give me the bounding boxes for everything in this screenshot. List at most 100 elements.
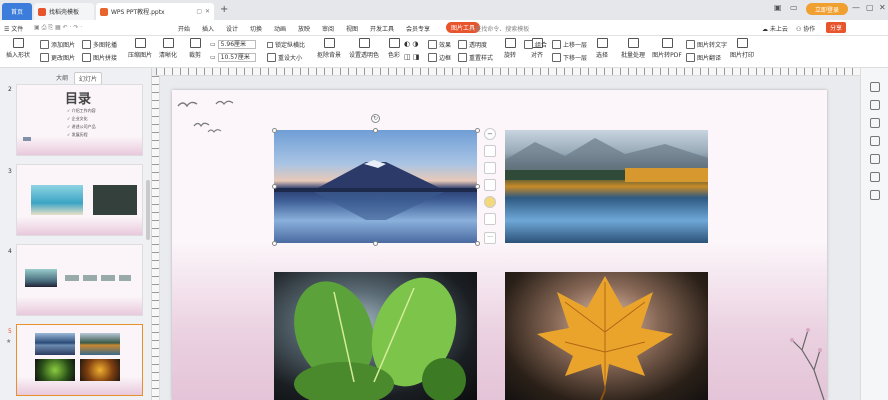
slide-thumbnail-5[interactable] <box>16 324 143 396</box>
group-button[interactable]: 组合 <box>524 40 547 49</box>
image-replace-icon[interactable] <box>484 213 496 225</box>
zoom-icon[interactable] <box>484 162 496 174</box>
resize-handle[interactable] <box>272 128 277 133</box>
menu-review[interactable]: 审阅 <box>322 24 334 33</box>
new-tab-button[interactable]: + <box>220 4 228 15</box>
skin-icon[interactable]: ▭ <box>790 3 798 12</box>
image-to-text-button[interactable]: 图片转文字 <box>686 40 727 49</box>
lock-ratio-checkbox[interactable]: 锁定纵横比 <box>267 40 305 49</box>
menu-transition[interactable]: 切换 <box>250 24 262 33</box>
reset-style-button[interactable]: 重置样式 <box>458 53 493 62</box>
remove-bg-button[interactable]: 抠除背景 <box>314 38 344 59</box>
tools-icon[interactable] <box>870 136 880 146</box>
width-input[interactable]: 10.57厘米 <box>217 53 256 62</box>
quick-access-icons[interactable]: ▣ ⎙ ⎘ ▦ ↶ · ↷ · <box>34 24 82 32</box>
cloud-status[interactable]: ☁ 未上云 <box>762 24 788 33</box>
menu-slideshow[interactable]: 放映 <box>298 24 310 33</box>
slide-thumbnail-4[interactable] <box>16 244 143 316</box>
insert-shape-button[interactable]: 插入形状 <box>4 38 32 59</box>
menu-insert[interactable]: 插入 <box>202 24 214 33</box>
idea-icon[interactable] <box>484 196 496 208</box>
resize-handle[interactable] <box>475 184 480 189</box>
image-translate-button[interactable]: 图片翻译 <box>686 53 721 62</box>
transparent-color-button[interactable]: 设置透明色 <box>348 38 380 59</box>
resize-handle[interactable] <box>475 241 480 246</box>
group-icon <box>524 40 533 49</box>
batch-button[interactable]: 批量处理 <box>618 38 648 59</box>
color-button[interactable]: 色彩 <box>384 38 404 59</box>
image-to-pdf-button[interactable]: 图片转PDF <box>650 38 684 59</box>
location-icon[interactable] <box>870 190 880 200</box>
menu-file[interactable]: ☰ 文件 <box>4 24 23 33</box>
close-window-icon[interactable]: ✕ <box>879 3 886 12</box>
tab-home[interactable]: 首页 <box>2 3 32 20</box>
rotate-handle-icon[interactable]: ↻ <box>371 114 380 123</box>
image-icon[interactable] <box>870 154 880 164</box>
tab-outline[interactable]: 大纲 <box>52 72 72 83</box>
border-icon <box>428 53 437 62</box>
crop-tool-icon[interactable] <box>484 179 496 191</box>
collapse-icon[interactable]: − <box>484 128 496 140</box>
add-image-label: 添加图片 <box>51 42 76 49</box>
backup-icon[interactable] <box>870 172 880 182</box>
resize-handle[interactable] <box>272 241 277 246</box>
slide-thumbnail-3[interactable] <box>16 164 143 236</box>
opacity-button[interactable]: 透明度 <box>458 40 487 49</box>
crop-button[interactable]: 裁剪 <box>185 38 205 59</box>
sharpen-button[interactable]: 清晰化 <box>157 38 179 59</box>
login-button[interactable]: 立即登录 <box>806 3 848 15</box>
menu-view[interactable]: 视图 <box>346 24 358 33</box>
multi-image-button[interactable]: 多图轮播 <box>82 40 117 49</box>
width-field[interactable]: ▭ 10.57厘米 <box>210 53 256 62</box>
opacity-label: 透明度 <box>469 42 488 49</box>
collaborate-button[interactable]: ⚇ 协作 <box>796 24 815 33</box>
resize-handle[interactable] <box>373 128 378 133</box>
effects-button[interactable]: 效果 <box>428 40 451 49</box>
menu-animation[interactable]: 动画 <box>274 24 286 33</box>
select-button[interactable]: 选择 <box>592 38 612 59</box>
send-down-button[interactable]: 下移一层 <box>552 53 587 62</box>
slide[interactable]: ↻ <box>172 90 827 400</box>
maximize-icon[interactable]: ▢ <box>866 3 874 12</box>
more-icon[interactable]: ··· <box>484 232 496 244</box>
menu-design[interactable]: 设计 <box>226 24 238 33</box>
layers-icon[interactable] <box>484 145 496 157</box>
close-icon[interactable]: ✕ <box>205 8 210 15</box>
menu-home[interactable]: 开始 <box>178 24 190 33</box>
design-icon[interactable] <box>870 82 880 92</box>
image-print-label: 图片打印 <box>729 52 754 59</box>
search-box[interactable]: ⌕ 查找命令、搜索模板 <box>470 24 529 34</box>
height-field[interactable]: ▭ 5.96厘米 <box>210 40 256 49</box>
tab-template[interactable]: 找稻壳模板 <box>34 3 94 20</box>
image-concat-button[interactable]: 图片拼接 <box>82 53 117 62</box>
compress-button[interactable]: 压缩图片 <box>126 38 154 59</box>
adjust-icons[interactable]: ◐ ◑ <box>404 40 418 48</box>
shape-icon <box>12 38 24 48</box>
resize-handle[interactable] <box>475 128 480 133</box>
menu-member[interactable]: 会员专享 <box>406 24 430 33</box>
animation-icon[interactable] <box>870 100 880 110</box>
tab-document[interactable]: WPS PPT教程.pptx ▢ ✕ <box>96 3 214 20</box>
adjust-icons-2[interactable]: ◫ ◨ <box>404 53 419 61</box>
opacity-icon <box>458 40 467 49</box>
resize-handle[interactable] <box>272 184 277 189</box>
panel-scrollbar[interactable] <box>146 180 150 240</box>
minimize-icon[interactable]: — <box>852 3 860 12</box>
rotate-button[interactable]: 旋转 <box>500 38 520 59</box>
change-image-button[interactable]: 更改图片 <box>40 53 75 62</box>
layout-icon[interactable]: ▣ <box>774 3 782 12</box>
add-image-button[interactable]: 添加图片 <box>40 40 75 49</box>
thumb-lake-photo <box>80 333 120 355</box>
share-button[interactable]: 分享 <box>826 22 847 33</box>
menu-developer[interactable]: 开发工具 <box>370 24 394 33</box>
properties-icon[interactable] <box>870 118 880 128</box>
border-button[interactable]: 边框 <box>428 53 451 62</box>
slide-thumbnail-2[interactable]: 目录 ✓ 介绍工作内容 ✓ 企业文化 ✓ 讲述公司产品 ✓ 发展历程 <box>16 84 143 156</box>
reset-size-button[interactable]: 重设大小 <box>267 53 302 62</box>
height-input[interactable]: 5.96厘米 <box>217 40 256 49</box>
mountain-photo[interactable] <box>274 130 477 243</box>
resize-handle[interactable] <box>373 241 378 246</box>
image-print-button[interactable]: 图片打印 <box>728 38 756 59</box>
tab-pin-icon[interactable]: ▢ <box>196 8 202 15</box>
bring-up-button[interactable]: 上移一层 <box>552 40 587 49</box>
